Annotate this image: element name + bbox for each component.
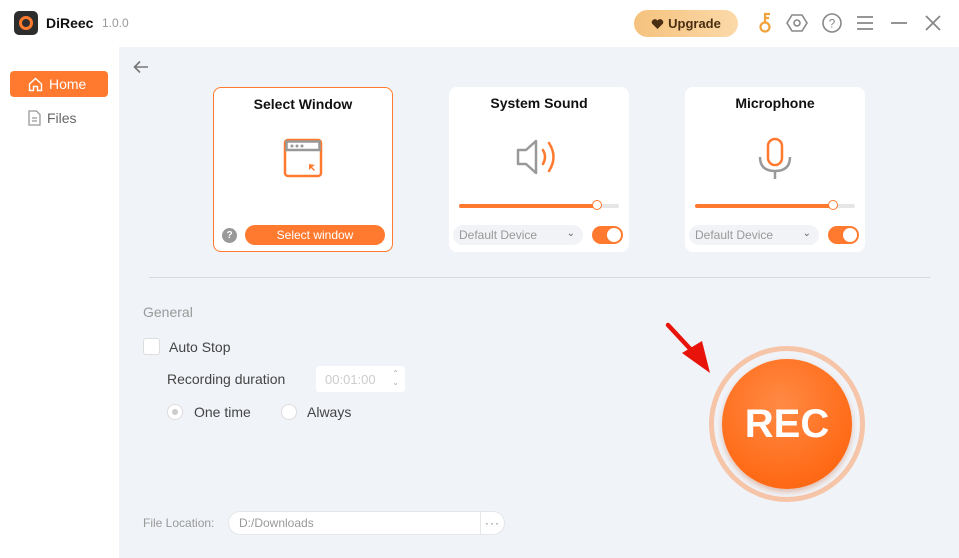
general-section-label: General bbox=[143, 304, 193, 320]
recording-duration-input[interactable]: 00:01:00 ⌃ ⌄ bbox=[316, 366, 405, 392]
back-arrow-icon[interactable] bbox=[133, 60, 149, 79]
always-radio[interactable] bbox=[281, 404, 297, 420]
microphone-icon bbox=[757, 137, 793, 186]
system-sound-volume-slider[interactable] bbox=[459, 200, 619, 210]
card-title: Select Window bbox=[253, 96, 353, 112]
one-time-label: One time bbox=[194, 404, 251, 420]
slider-fill bbox=[459, 204, 597, 208]
file-location-input[interactable]: D:/Downloads ··· bbox=[228, 511, 505, 535]
card-title: Microphone bbox=[735, 95, 815, 111]
settings-icon[interactable] bbox=[786, 12, 808, 34]
card-title: System Sound bbox=[490, 95, 588, 111]
select-window-card[interactable]: Select Window ? Select window bbox=[213, 87, 393, 252]
sidebar-item-files[interactable]: Files bbox=[10, 105, 108, 131]
main-panel: Select Window ? Select window System Sou… bbox=[119, 47, 959, 558]
rec-button[interactable]: REC bbox=[722, 359, 852, 489]
title-bar: DiReec 1.0.0 Upgrade ? bbox=[0, 0, 959, 47]
slider-thumb[interactable] bbox=[827, 200, 838, 210]
app-name: DiReec bbox=[46, 15, 94, 31]
system-sound-card: System Sound Default Device ⌄ bbox=[449, 87, 629, 252]
sidebar-item-label: Files bbox=[47, 110, 77, 126]
auto-stop-checkbox[interactable] bbox=[143, 338, 160, 355]
chevron-down-icon: ⌄ bbox=[566, 228, 575, 239]
section-divider bbox=[149, 277, 930, 278]
close-icon[interactable] bbox=[922, 12, 944, 34]
upgrade-label: Upgrade bbox=[668, 16, 721, 31]
spinner-arrows-icon[interactable]: ⌃ ⌄ bbox=[392, 369, 399, 387]
microphone-device-select[interactable]: Default Device ⌄ bbox=[689, 225, 819, 245]
file-location-value: D:/Downloads bbox=[239, 516, 314, 530]
file-location-label: File Location: bbox=[143, 516, 215, 530]
help-icon[interactable]: ? bbox=[821, 12, 843, 34]
browse-button[interactable]: ··· bbox=[480, 512, 504, 534]
speaker-icon bbox=[516, 137, 562, 182]
menu-icon[interactable] bbox=[854, 12, 876, 34]
sidebar-item-label: Home bbox=[49, 76, 87, 92]
system-sound-toggle[interactable] bbox=[592, 226, 623, 244]
minimize-icon[interactable] bbox=[888, 12, 910, 34]
app-logo bbox=[14, 11, 38, 35]
microphone-toggle[interactable] bbox=[828, 226, 859, 244]
device-select-value: Default Device bbox=[695, 228, 774, 242]
auto-stop-label: Auto Stop bbox=[169, 339, 231, 355]
help-icon[interactable]: ? bbox=[222, 228, 237, 243]
window-cursor-icon bbox=[283, 138, 323, 183]
one-time-radio[interactable] bbox=[167, 404, 183, 420]
home-icon bbox=[28, 77, 43, 91]
device-select-value: Default Device bbox=[459, 228, 538, 242]
sidebar: Home Files bbox=[0, 47, 119, 558]
select-window-button[interactable]: Select window bbox=[245, 225, 385, 245]
microphone-card: Microphone Default Device ⌄ bbox=[685, 87, 865, 252]
slider-fill bbox=[695, 204, 833, 208]
duration-value: 00:01:00 bbox=[325, 371, 376, 387]
always-label: Always bbox=[307, 404, 352, 420]
system-sound-device-select[interactable]: Default Device ⌄ bbox=[453, 225, 583, 245]
heart-diamond-icon bbox=[651, 18, 664, 29]
upgrade-button[interactable]: Upgrade bbox=[634, 10, 738, 37]
chevron-down-icon: ⌄ bbox=[802, 228, 811, 239]
key-icon[interactable] bbox=[754, 12, 776, 34]
microphone-volume-slider[interactable] bbox=[695, 200, 855, 210]
svg-text:?: ? bbox=[829, 17, 836, 31]
sidebar-item-home[interactable]: Home bbox=[10, 71, 108, 97]
red-pointer-arrow-icon bbox=[664, 321, 714, 382]
file-icon bbox=[28, 110, 41, 126]
slider-thumb[interactable] bbox=[591, 200, 602, 210]
app-version: 1.0.0 bbox=[102, 16, 129, 30]
recording-duration-label: Recording duration bbox=[167, 371, 286, 387]
